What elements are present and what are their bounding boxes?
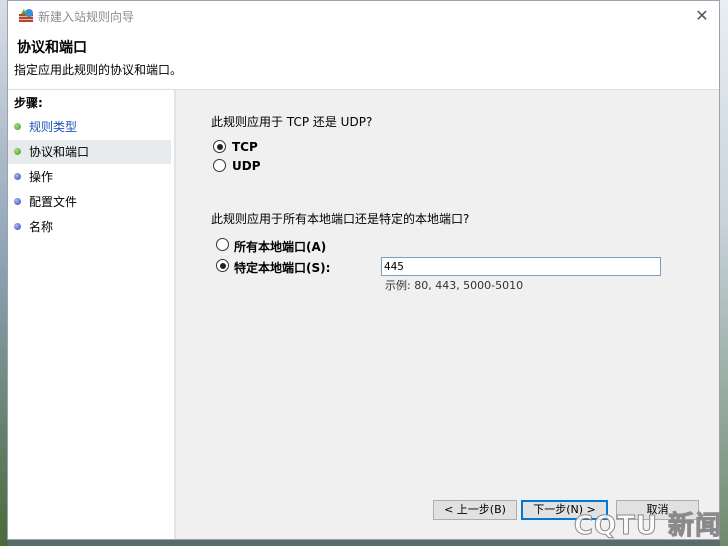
back-button[interactable]: < 上一步(B) — [433, 500, 517, 520]
tcp-label[interactable]: TCP — [232, 140, 258, 154]
content-panel: 此规则应用于 TCP 还是 UDP? TCP UDP 此规则应用于所有本地端口还… — [176, 90, 719, 539]
step-label: 配置文件 — [29, 195, 78, 209]
step-current-icon — [14, 148, 21, 155]
steps-panel: 步骤: 规则类型 协议和端口 操作 配置文件 名称 — [8, 90, 174, 539]
step-pending-icon — [14, 173, 21, 180]
wizard-header: 协议和端口 指定应用此规则的协议和端口。 — [8, 31, 719, 90]
step-profile: 配置文件 — [8, 190, 171, 214]
protocol-question: 此规则应用于 TCP 还是 UDP? — [211, 115, 373, 129]
step-pending-icon — [14, 198, 21, 205]
port-example: 示例: 80, 443, 5000-5010 — [385, 279, 524, 292]
tcp-radio[interactable] — [213, 140, 226, 153]
desktop-background-right — [720, 0, 728, 546]
step-protocol-ports[interactable]: 协议和端口 — [8, 140, 171, 164]
page-description: 指定应用此规则的协议和端口。 — [14, 63, 183, 77]
specific-ports-label[interactable]: 特定本地端口(S): — [234, 259, 330, 276]
udp-label[interactable]: UDP — [232, 159, 261, 173]
wizard-window: 新建入站规则向导 ✕ 协议和端口 指定应用此规则的协议和端口。 步骤: 规则类型… — [7, 0, 720, 540]
window-title: 新建入站规则向导 — [38, 10, 135, 24]
step-done-icon — [14, 123, 21, 130]
all-ports-radio[interactable] — [216, 238, 229, 251]
step-pending-icon — [14, 223, 21, 230]
step-label: 协议和端口 — [29, 145, 90, 159]
step-rule-type[interactable]: 规则类型 — [8, 115, 171, 139]
firewall-icon — [19, 9, 33, 22]
ports-question: 此规则应用于所有本地端口还是特定的本地端口? — [211, 212, 470, 226]
step-label: 规则类型 — [29, 120, 78, 134]
watermark: CQTU 新闻 — [573, 511, 722, 542]
all-ports-label[interactable]: 所有本地端口(A) — [234, 238, 326, 255]
step-action: 操作 — [8, 165, 171, 189]
title-bar[interactable]: 新建入站规则向导 ✕ — [8, 1, 719, 31]
port-input[interactable]: 445 — [381, 257, 661, 276]
steps-heading: 步骤: — [14, 96, 43, 110]
udp-radio[interactable] — [213, 159, 226, 172]
wizard-body: 步骤: 规则类型 协议和端口 操作 配置文件 名称 此规则应用于 TCP 还是 … — [8, 90, 719, 539]
close-button[interactable]: ✕ — [689, 3, 715, 29]
specific-ports-radio[interactable] — [216, 259, 229, 272]
step-label: 名称 — [29, 220, 54, 234]
page-title: 协议和端口 — [17, 40, 87, 56]
step-name: 名称 — [8, 215, 171, 239]
step-label: 操作 — [29, 170, 54, 184]
